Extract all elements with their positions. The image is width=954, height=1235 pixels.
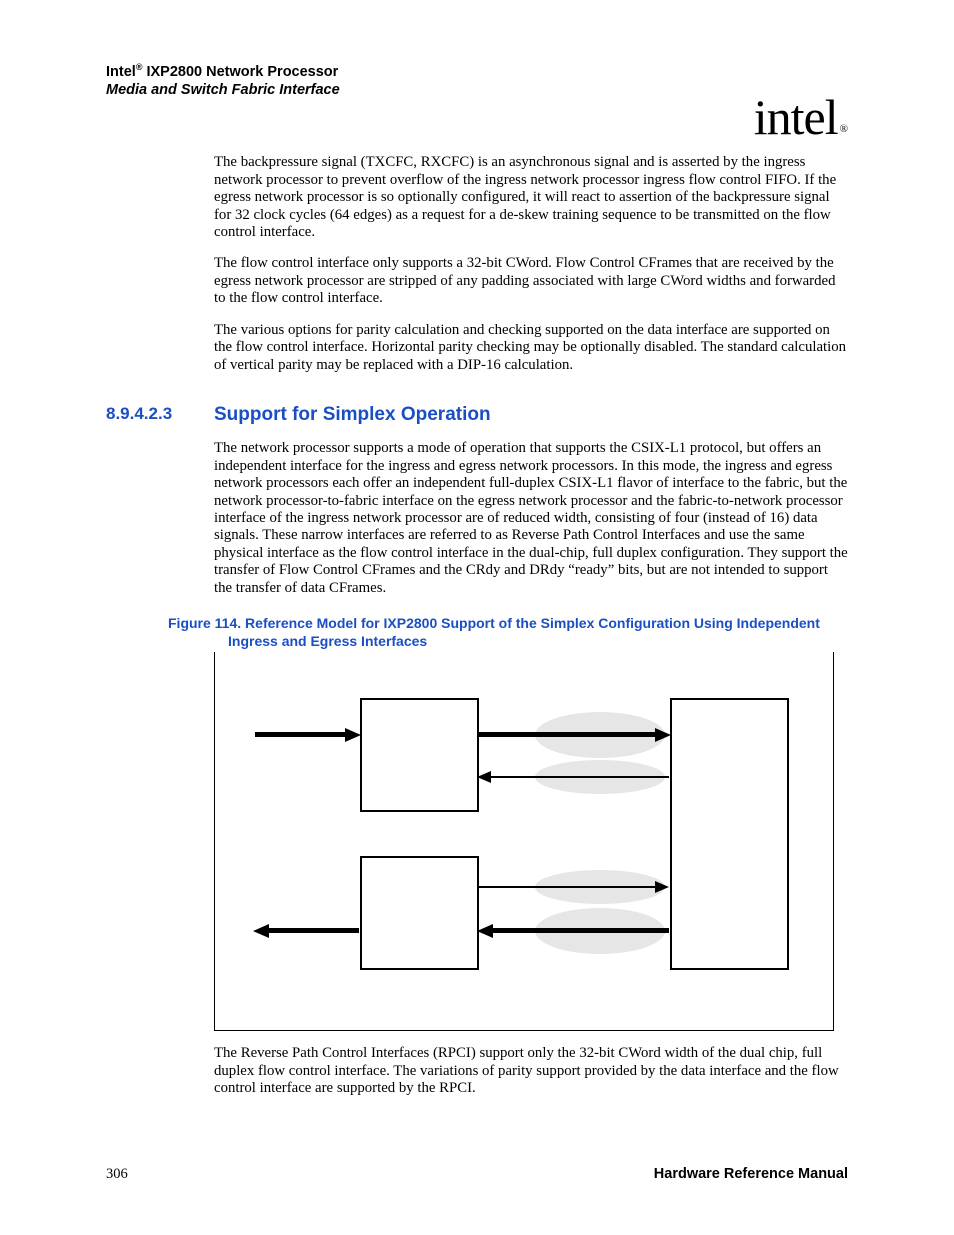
header-line-1: Intel® IXP2800 Network Processor — [106, 62, 848, 81]
arrow-line — [269, 928, 359, 933]
arrow-head-icon — [655, 728, 671, 742]
arrow-head-icon — [253, 924, 269, 938]
ingress-processor-block — [360, 698, 479, 812]
paragraph-1: The backpressure signal (TXCFC, RXCFC) i… — [214, 154, 848, 241]
arrow-line — [491, 776, 669, 778]
body-column: The backpressure signal (TXCFC, RXCFC) i… — [214, 154, 848, 374]
arrow-line — [477, 886, 657, 888]
page-number: 306 — [106, 1166, 128, 1183]
logo-text: intel — [754, 89, 838, 145]
paragraph-3: The various options for parity calculati… — [214, 322, 848, 374]
running-header: Intel® IXP2800 Network Processor Media a… — [106, 62, 848, 98]
arrow-line — [493, 928, 669, 933]
paragraph-4: The network processor supports a mode of… — [214, 440, 848, 597]
figure-label: Figure 114. — [168, 615, 245, 631]
section-heading: 8.9.4.2.3 Support for Simplex Operation — [106, 404, 848, 426]
paragraph-5: The Reverse Path Control Interfaces (RPC… — [214, 1045, 848, 1097]
figure-caption-text: Reference Model for IXP2800 Support of t… — [228, 615, 820, 649]
logo-reg: ® — [840, 123, 848, 135]
paragraph-2: The flow control interface only supports… — [214, 255, 848, 307]
footer-doc-title: Hardware Reference Manual — [654, 1166, 848, 1183]
arrow-head-icon — [345, 728, 361, 742]
arrow-head-icon — [477, 771, 491, 783]
header-product: IXP2800 Network Processor — [142, 64, 338, 80]
header-subtitle: Media and Switch Fabric Interface — [106, 82, 848, 98]
section-number: 8.9.4.2.3 — [106, 404, 214, 426]
section-title: Support for Simplex Operation — [214, 404, 491, 426]
intel-logo: intel® — [754, 88, 846, 146]
header-brand: Intel — [106, 64, 136, 80]
arrow-line — [477, 732, 657, 737]
egress-processor-block — [360, 856, 479, 970]
figure-diagram — [214, 652, 834, 1031]
arrow-head-icon — [655, 881, 669, 893]
figure-caption: Figure 114. Reference Model for IXP2800 … — [168, 615, 838, 650]
arrow-line — [255, 732, 347, 737]
fabric-block — [670, 698, 789, 970]
page-footer: 306 Hardware Reference Manual — [106, 1166, 848, 1183]
arrow-head-icon — [477, 924, 493, 938]
